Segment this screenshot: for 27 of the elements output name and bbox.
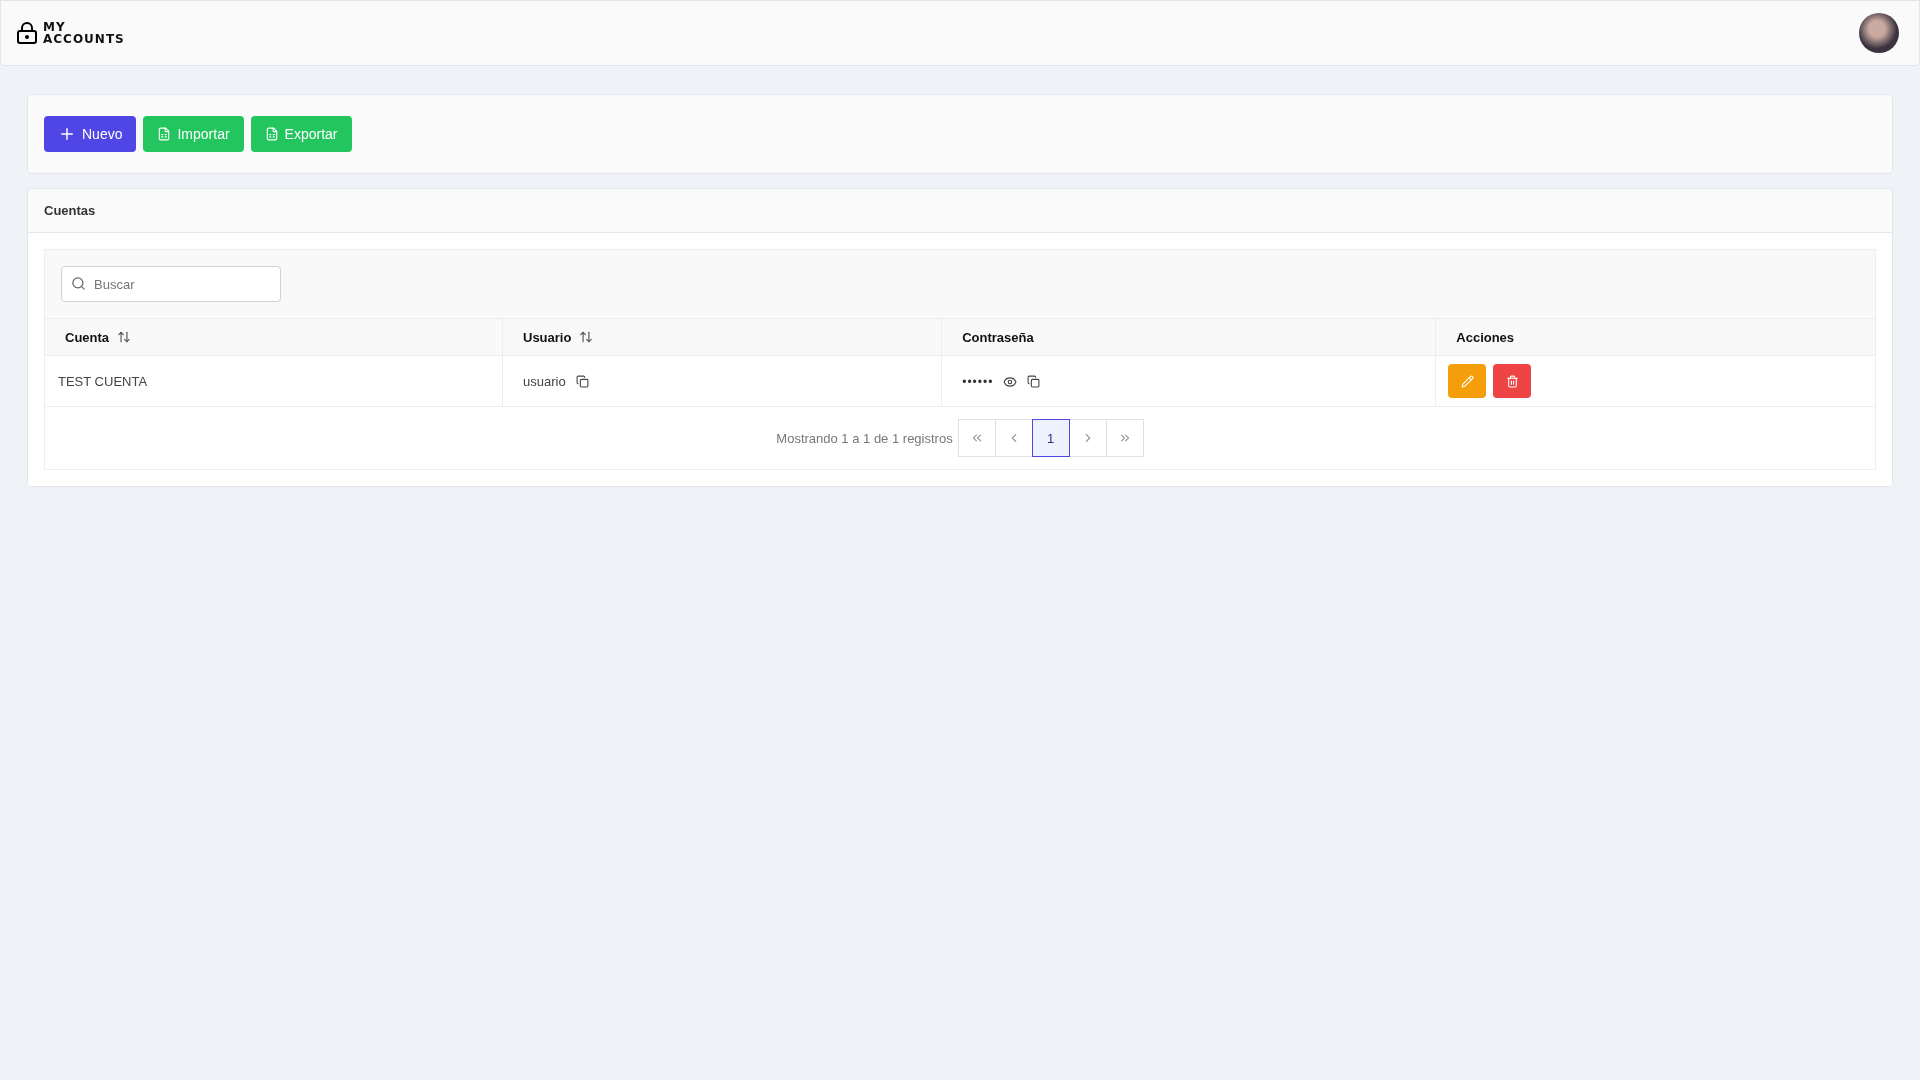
records-summary: Mostrando 1 a 1 de 1 registros	[776, 430, 953, 446]
spreadsheet-file-icon	[157, 127, 172, 141]
lock-icon	[15, 21, 39, 45]
new-button[interactable]: Nuevo	[44, 116, 137, 152]
column-header[interactable]: Usuario	[523, 329, 572, 345]
search-field[interactable]: Buscar	[61, 266, 281, 302]
sort-icon[interactable]	[117, 330, 132, 344]
trash-icon	[1505, 374, 1519, 388]
sort-icon[interactable]	[579, 330, 594, 344]
copy-icon[interactable]	[575, 374, 589, 388]
spreadsheet-file-icon	[264, 127, 279, 141]
brand-logo-text[interactable]: MY ACCOUNTS	[43, 21, 125, 45]
column-header[interactable]: Cuenta	[65, 329, 110, 345]
user-avatar[interactable]	[1859, 13, 1899, 53]
plus-icon	[58, 125, 76, 143]
masked-password: ••••••	[962, 374, 994, 389]
pencil-icon	[1460, 374, 1474, 388]
table-cell: usuario	[523, 373, 566, 389]
previous-page-button[interactable]	[994, 419, 1033, 457]
eye-icon[interactable]	[1003, 374, 1018, 389]
next-page-button[interactable]	[1068, 419, 1107, 457]
delete-button[interactable]	[1493, 364, 1532, 398]
page-button[interactable]: 1	[1031, 419, 1070, 457]
column-header: Acciones	[1456, 329, 1515, 345]
table-cell: TEST CUENTA	[58, 373, 148, 389]
copy-icon[interactable]	[1027, 375, 1041, 388]
column-header: Contraseña	[962, 329, 1034, 345]
